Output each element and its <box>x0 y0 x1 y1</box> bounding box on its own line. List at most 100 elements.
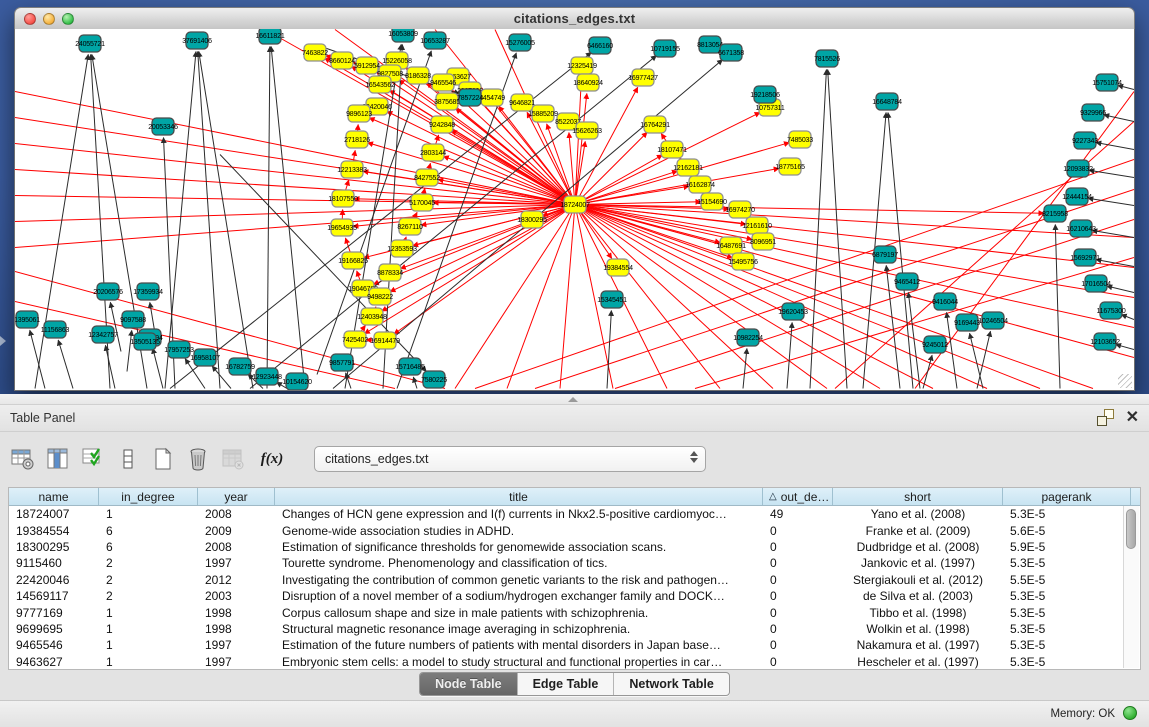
table-row[interactable]: 1938455462009Genome-wide association stu… <box>9 522 1140 538</box>
table-cell-year[interactable]: 1997 <box>198 637 275 653</box>
import-table-icon[interactable] <box>220 446 246 472</box>
network-node[interactable]: 12161610 <box>742 217 772 234</box>
table-cell-indegree[interactable]: 2 <box>99 572 198 588</box>
network-node[interactable]: 20206576 <box>93 283 123 300</box>
table-cell-pagerank[interactable]: 5.5E-5 <box>1003 572 1115 588</box>
network-node[interactable]: 8454749 <box>479 89 505 106</box>
tab-edge-table[interactable]: Edge Table <box>517 673 614 695</box>
network-node[interactable]: 8660124 <box>329 52 355 69</box>
network-node[interactable]: 18107471 <box>657 141 687 158</box>
table-cell-title[interactable]: Investigating the contribution of common… <box>275 572 763 588</box>
table-cell-indegree[interactable]: 2 <box>99 588 198 604</box>
network-node[interactable]: 7815526 <box>814 50 840 67</box>
table-cell-indegree[interactable]: 1 <box>99 604 198 620</box>
table-row[interactable]: 1456911722003Disruption of a novel membe… <box>9 588 1140 604</box>
table-cell-outde[interactable]: 0 <box>763 637 833 653</box>
table-cell-indegree[interactable]: 1 <box>99 637 198 653</box>
network-node[interactable]: 16648784 <box>872 93 902 110</box>
table-cell-year[interactable]: 2003 <box>198 588 275 604</box>
column-header-pagerank[interactable]: pagerank <box>1003 488 1131 505</box>
network-node[interactable]: 16764291 <box>640 116 670 133</box>
table-cell-name[interactable]: 18724007 <box>9 506 99 522</box>
network-node[interactable]: 6466160 <box>587 37 613 54</box>
table-cell-outde[interactable]: 0 <box>763 654 833 669</box>
network-node[interactable]: 9242848 <box>429 116 455 133</box>
network-node[interactable]: 19384554 <box>603 259 633 276</box>
table-cell-indegree[interactable]: 6 <box>99 522 198 538</box>
table-row[interactable]: 1872400712008Changes of HCN gene express… <box>9 506 1140 522</box>
network-node[interactable]: 12353593 <box>387 240 417 257</box>
network-node[interactable]: 8186328 <box>405 67 431 84</box>
table-cell-name[interactable]: 9115460 <box>9 555 99 571</box>
table-cell-indegree[interactable]: 1 <box>99 654 198 669</box>
network-node[interactable]: 9465412 <box>894 273 920 290</box>
network-node[interactable]: 9416044 <box>932 293 958 310</box>
network-node[interactable]: 15276005 <box>505 34 535 51</box>
network-node[interactable]: 6671358 <box>718 44 744 61</box>
network-node[interactable]: 37691406 <box>182 32 212 49</box>
table-rows-icon[interactable] <box>115 446 141 472</box>
network-node[interactable]: 6879197 <box>872 246 898 263</box>
table-cell-name[interactable]: 9463627 <box>9 654 99 669</box>
network-node[interactable]: 8096951 <box>750 233 776 250</box>
network-window[interactable]: citations_edges.txt 18724007746382286601… <box>14 7 1135 391</box>
table-cell-outde[interactable]: 0 <box>763 555 833 571</box>
table-cell-year[interactable]: 2008 <box>198 539 275 555</box>
network-node[interactable]: 15716485 <box>395 358 425 375</box>
table-cell-name[interactable]: 9777169 <box>9 604 99 620</box>
float-panel-icon[interactable] <box>1097 409 1114 426</box>
table-cell-year[interactable]: 2009 <box>198 522 275 538</box>
network-node[interactable]: 19218506 <box>750 86 780 103</box>
column-header-name[interactable]: name <box>9 488 99 505</box>
table-cell-name[interactable]: 9465546 <box>9 637 99 653</box>
network-node[interactable]: 10982254 <box>733 329 763 346</box>
column-header-year[interactable]: year <box>198 488 275 505</box>
network-node[interactable]: 8427552 <box>414 169 440 186</box>
table-row[interactable]: 2242004622012Investigating the contribut… <box>9 572 1140 588</box>
delete-column-icon[interactable] <box>185 446 211 472</box>
network-node[interactable]: 2803144 <box>420 144 446 161</box>
network-node[interactable]: 18300295 <box>517 211 547 228</box>
network-node[interactable]: 24055721 <box>75 35 105 52</box>
network-node[interactable]: 9857791 <box>329 354 355 371</box>
network-node[interactable]: 7485033 <box>787 131 813 148</box>
network-node[interactable]: 12325419 <box>567 57 597 74</box>
table-cell-short[interactable]: Tibbo et al. (1998) <box>833 604 1003 620</box>
network-node[interactable]: 15885209 <box>528 105 558 122</box>
network-node[interactable]: 8878334 <box>377 264 403 281</box>
network-node[interactable]: 19654935 <box>327 219 357 236</box>
table-row[interactable]: 911546021997Tourette syndrome. Phenomeno… <box>9 555 1140 571</box>
column-header-short[interactable]: short <box>833 488 1003 505</box>
network-node[interactable]: 5170045 <box>409 194 435 211</box>
network-node[interactable]: 7580225 <box>421 371 447 388</box>
network-node[interactable]: 1395061 <box>15 311 40 328</box>
network-node[interactable]: 17359934 <box>133 283 163 300</box>
network-node[interactable]: 18775165 <box>775 158 805 175</box>
network-node[interactable]: 16162874 <box>685 176 715 193</box>
network-node[interactable]: 16210643 <box>1066 220 1096 237</box>
network-node[interactable]: 10246504 <box>978 312 1008 329</box>
table-cell-indegree[interactable]: 1 <box>99 621 198 637</box>
table-cell-name[interactable]: 14569117 <box>9 588 99 604</box>
table-cell-pagerank[interactable]: 5.3E-5 <box>1003 555 1115 571</box>
network-node[interactable]: 11156863 <box>41 321 70 338</box>
table-header-row[interactable]: namein_degreeyeartitle△out_de…shortpager… <box>9 488 1140 506</box>
table-cell-short[interactable]: Stergiakouli et al. (2012) <box>833 572 1003 588</box>
network-canvas[interactable]: 1872400774638228660124591295415226058982… <box>14 29 1135 391</box>
network-node[interactable]: 9896123 <box>346 105 372 122</box>
network-node[interactable]: 18724007 <box>560 196 590 213</box>
table-cell-outde[interactable]: 49 <box>763 506 833 522</box>
network-node[interactable]: 12444154 <box>1062 188 1092 205</box>
network-node[interactable]: 16958107 <box>190 349 220 366</box>
table-options-icon[interactable] <box>10 446 36 472</box>
network-node[interactable]: 10719155 <box>650 40 680 57</box>
table-cell-outde[interactable]: 0 <box>763 621 833 637</box>
table-cell-short[interactable]: Hescheler et al. (1997) <box>833 654 1003 669</box>
network-node[interactable]: 12342757 <box>88 326 118 343</box>
network-node[interactable]: 8215958 <box>1042 205 1068 222</box>
network-node[interactable]: 9465546 <box>430 74 456 91</box>
network-node[interactable]: 2718126 <box>344 131 370 148</box>
table-cell-short[interactable]: Nakamura et al. (1997) <box>833 637 1003 653</box>
window-resize-grip[interactable] <box>1118 374 1132 388</box>
table-cell-title[interactable]: Embryonic stem cells: a model to study s… <box>275 654 763 669</box>
